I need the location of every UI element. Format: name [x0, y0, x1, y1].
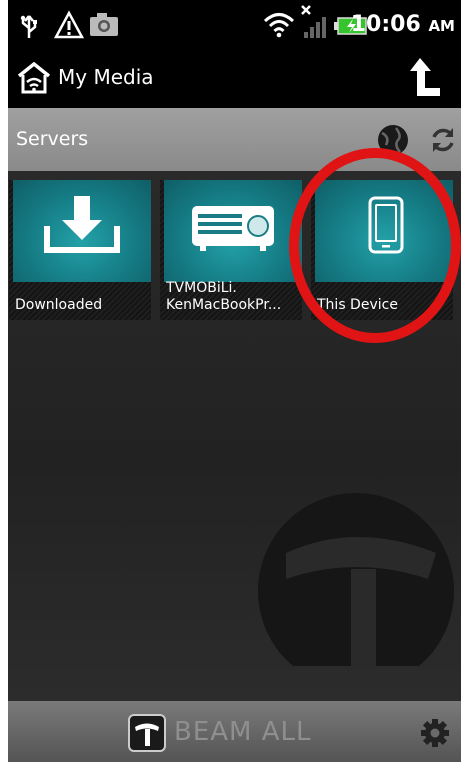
download-icon: [44, 194, 120, 260]
tvmobili-logo-icon: [128, 714, 166, 756]
warning-icon: [53, 10, 85, 44]
phone-screen: 10:06 AM My Media Servers Downloaded TVM…: [8, 0, 461, 762]
no-signal-icon: [300, 4, 328, 46]
servers-label: Servers: [16, 128, 89, 150]
tile-art: [315, 180, 453, 282]
beam-all-button[interactable]: BEAM ALL: [174, 717, 312, 747]
phone-icon: [368, 196, 404, 258]
bottom-bar: BEAM ALL: [8, 701, 461, 762]
tile-art: [164, 180, 302, 282]
tile-art: [13, 180, 151, 282]
server-tile-downloaded[interactable]: Downloaded: [9, 180, 151, 320]
status-bar: 10:06 AM: [8, 0, 461, 50]
page-title: My Media: [58, 65, 154, 89]
tile-label: Downloaded: [15, 297, 103, 313]
server-grid: Downloaded TVMOBiLi. KenMacBookPr... Thi…: [8, 171, 461, 701]
home-wifi-icon[interactable]: [16, 61, 52, 98]
tvmobili-watermark-icon: [256, 491, 456, 689]
globe-icon[interactable]: [376, 123, 410, 161]
up-arrow-icon[interactable]: [408, 56, 442, 104]
camera-icon: [88, 10, 120, 42]
server-tile-tvmobili[interactable]: TVMOBiLi. KenMacBookPr...: [160, 180, 302, 320]
projector-icon: [190, 202, 276, 256]
servers-header: Servers: [8, 108, 461, 171]
clock: 10:06 AM: [350, 12, 455, 37]
refresh-icon[interactable]: [429, 126, 457, 158]
wifi-icon: [262, 10, 296, 42]
tile-label: This Device: [317, 297, 398, 313]
server-tile-this-device[interactable]: This Device: [311, 180, 453, 320]
usb-icon: [18, 10, 40, 44]
title-bar: My Media: [8, 50, 461, 108]
gear-icon[interactable]: [420, 718, 450, 752]
tile-label: TVMOBiLi. KenMacBookPr...: [166, 280, 282, 313]
